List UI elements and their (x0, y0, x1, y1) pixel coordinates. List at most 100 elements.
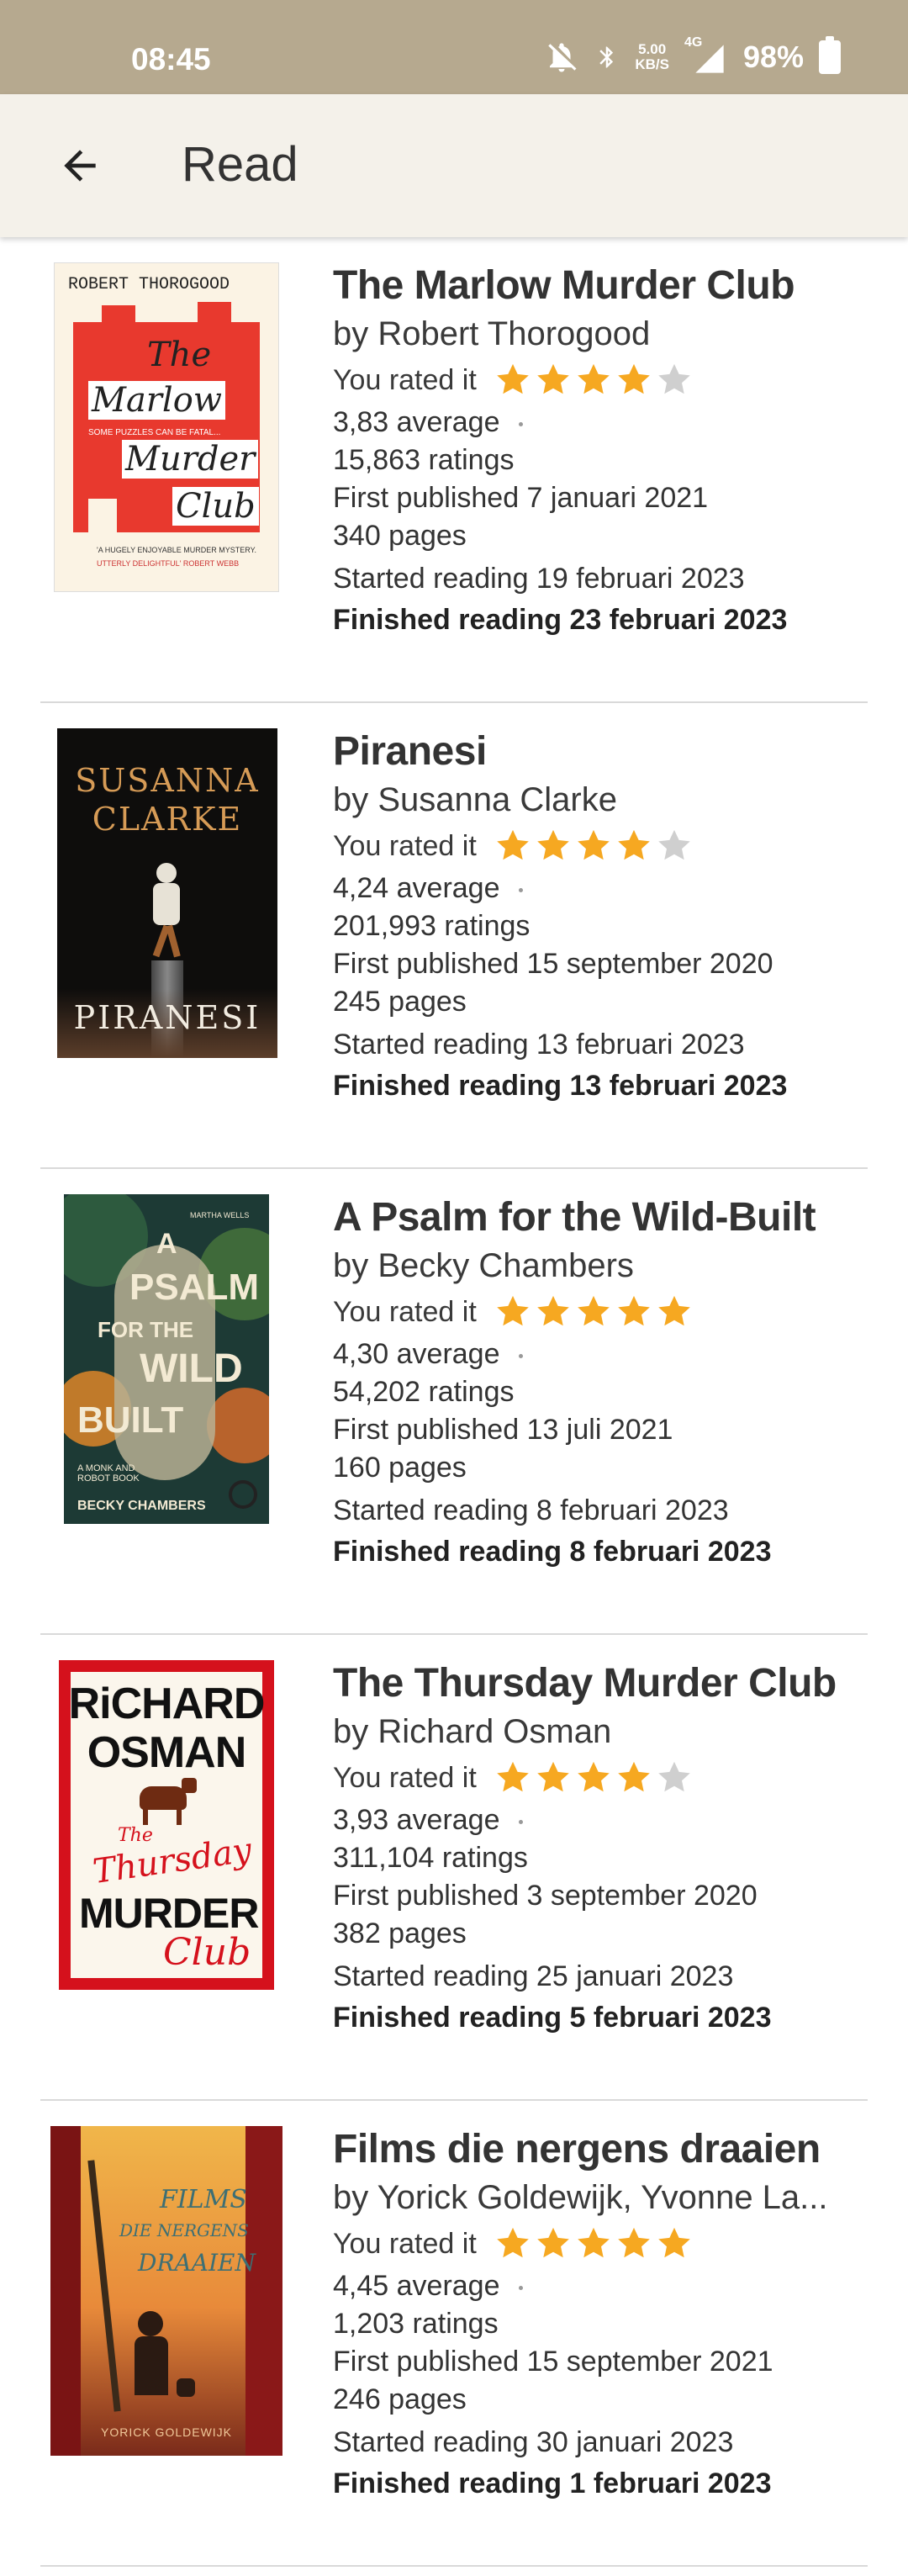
book-info: The Marlow Murder Club by Robert Thorogo… (333, 262, 871, 642)
finished-reading: Finished reading 5 februari 2023 (333, 2002, 772, 2034)
cover-text: WILD (140, 1346, 243, 1391)
status-icons: 5.00 KB/S 4G 98% (544, 35, 841, 77)
star-filled-icon[interactable] (494, 2224, 532, 2263)
book-title[interactable]: Piranesi (333, 728, 871, 775)
star-filled-icon[interactable] (655, 2224, 694, 2263)
rated-label: You rated it (333, 1295, 477, 1328)
star-empty-icon[interactable] (655, 827, 694, 865)
book-item[interactable]: FILMS DIE NERGENS DRAAIEN YORICK GOLDEWI… (0, 2101, 908, 2567)
cover-text: DIE NERGENS (119, 2220, 249, 2240)
book-author[interactable]: by Robert Thorogood (333, 311, 871, 357)
cover-text: MARTHA WELLS (190, 1211, 250, 1219)
book-author[interactable]: by Becky Chambers (333, 1243, 871, 1288)
cover-text: OSMAN (87, 1728, 247, 1777)
rated-label: You rated it (333, 363, 477, 396)
rated-label: You rated it (333, 1761, 477, 1794)
book-author[interactable]: by Susanna Clarke (333, 777, 871, 823)
cover-text: 'A HUGELY ENJOYABLE MURDER MYSTERY. (97, 546, 256, 554)
rated-label: You rated it (333, 2227, 477, 2260)
average-rating-value: 4,24 average (333, 872, 500, 904)
ratings-count: 311,104 ratings (333, 1842, 528, 1874)
star-filled-icon[interactable] (534, 361, 573, 399)
book-cover[interactable]: A PSALM FOR THE WILD BUILT MARTHA WELLS … (64, 1194, 269, 1524)
book-info: A Psalm for the Wild-Built by Becky Cham… (333, 1194, 871, 1574)
star-rating[interactable] (494, 827, 694, 865)
net-speed: 5.00 KB/S (635, 42, 669, 72)
cover-text: A (156, 1228, 177, 1260)
star-filled-icon[interactable] (574, 827, 613, 865)
separator-dot (518, 2285, 523, 2290)
star-rating[interactable] (494, 361, 694, 399)
user-rating: You rated it (333, 1288, 871, 1336)
star-filled-icon[interactable] (615, 827, 653, 865)
first-published: First published 3 september 2020 (333, 1880, 758, 1912)
cover-text: SUSANNA (75, 762, 260, 799)
book-item[interactable]: SUSANNA CLARKE PIRANESI Piranesi by Susa… (0, 703, 908, 1169)
book-cover[interactable]: ROBERT THOROGOOD The Marlow SOME PUZZLES… (54, 262, 279, 592)
star-filled-icon[interactable] (615, 1293, 653, 1331)
arrow-left-icon (64, 150, 96, 182)
star-empty-icon[interactable] (655, 361, 694, 399)
star-filled-icon[interactable] (574, 1293, 613, 1331)
book-title[interactable]: A Psalm for the Wild-Built (333, 1194, 871, 1241)
page-title: Read (182, 137, 298, 192)
average-rating: 4,45 average (333, 2267, 871, 2305)
cover-text: YORICK GOLDEWIJK (100, 2425, 233, 2439)
divider (40, 2565, 868, 2567)
star-filled-icon[interactable] (655, 1293, 694, 1331)
net-speed-unit: KB/S (635, 56, 669, 72)
star-filled-icon[interactable] (534, 2224, 573, 2263)
separator-dot (518, 887, 523, 892)
star-filled-icon[interactable] (534, 827, 573, 865)
star-filled-icon[interactable] (615, 2224, 653, 2263)
back-button[interactable] (50, 136, 109, 195)
book-title[interactable]: The Marlow Murder Club (333, 262, 871, 309)
average-rating-value: 4,45 average (333, 2270, 500, 2302)
book-author[interactable]: by Richard Osman (333, 1709, 871, 1754)
mute-notifications-icon (548, 43, 577, 72)
star-filled-icon[interactable] (494, 1759, 532, 1797)
book-item[interactable]: RiCHARD OSMAN The Thursday MURDER Club T… (0, 1635, 908, 2101)
star-filled-icon[interactable] (494, 827, 532, 865)
cover-text: UTTERLY DELIGHTFUL' ROBERT WEBB (97, 559, 240, 568)
star-filled-icon[interactable] (534, 1759, 573, 1797)
book-cover[interactable]: RiCHARD OSMAN The Thursday MURDER Club (59, 1660, 274, 1990)
star-rating[interactable] (494, 1759, 694, 1797)
star-filled-icon[interactable] (534, 1293, 573, 1331)
cover-text: The (118, 1825, 153, 1846)
user-rating: You rated it (333, 2220, 871, 2267)
star-filled-icon[interactable] (615, 361, 653, 399)
star-empty-icon[interactable] (655, 1759, 694, 1797)
star-filled-icon[interactable] (574, 1759, 613, 1797)
book-title[interactable]: Films die nergens draaien (333, 2126, 871, 2173)
book-item[interactable]: A PSALM FOR THE WILD BUILT MARTHA WELLS … (0, 1169, 908, 1635)
cover-text: The (147, 336, 212, 374)
book-item[interactable]: ROBERT THOROGOOD The Marlow SOME PUZZLES… (0, 237, 908, 703)
page-count: 245 pages (333, 986, 467, 1018)
book-cover[interactable]: SUSANNA CLARKE PIRANESI (57, 728, 277, 1058)
star-rating[interactable] (494, 1293, 694, 1331)
star-filled-icon[interactable] (574, 361, 613, 399)
ratings-count: 15,863 ratings (333, 444, 515, 476)
book-title[interactable]: The Thursday Murder Club (333, 1660, 871, 1707)
star-rating[interactable] (494, 2224, 694, 2263)
book-author[interactable]: by Yorick Goldewijk, Yvonne La... (333, 2175, 871, 2220)
bluetooth-icon (599, 46, 614, 68)
cover-text: DRAAIEN (138, 2249, 256, 2277)
first-published: First published 15 september 2020 (333, 948, 773, 980)
started-reading: Started reading 13 februari 2023 (333, 1029, 745, 1061)
book-info: The Thursday Murder Club by Richard Osma… (333, 1660, 871, 2039)
page-count: 340 pages (333, 520, 467, 552)
star-filled-icon[interactable] (574, 2224, 613, 2263)
star-filled-icon[interactable] (494, 1293, 532, 1331)
page-count: 246 pages (333, 2383, 467, 2415)
average-rating-value: 3,83 average (333, 406, 500, 438)
cover-text: PIRANESI (73, 999, 261, 1036)
book-cover[interactable]: FILMS DIE NERGENS DRAAIEN YORICK GOLDEWI… (50, 2126, 282, 2456)
status-time: 08:45 (131, 42, 211, 77)
separator-dot (518, 1819, 523, 1824)
star-filled-icon[interactable] (494, 361, 532, 399)
star-filled-icon[interactable] (615, 1759, 653, 1797)
average-rating: 3,83 average (333, 404, 871, 442)
cover-text: BECKY CHAMBERS (77, 1499, 206, 1513)
